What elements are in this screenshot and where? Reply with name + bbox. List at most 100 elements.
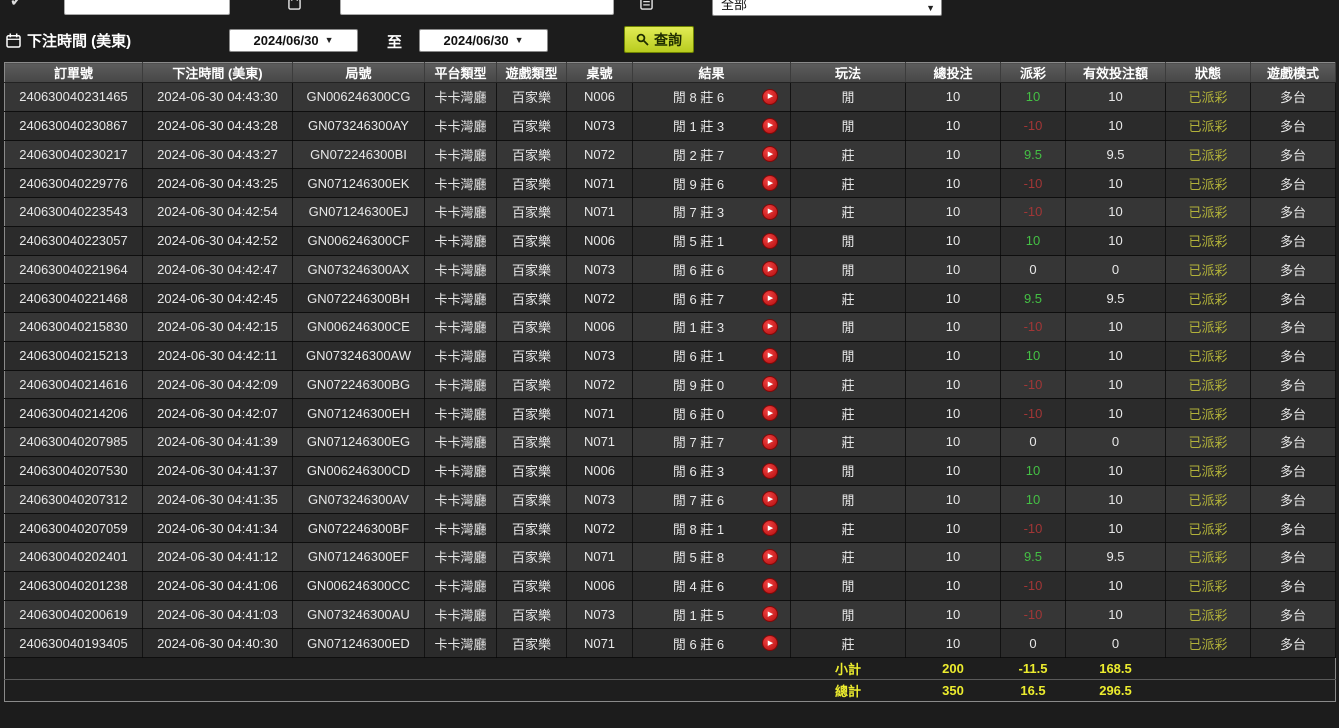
play-button[interactable]: ▶ (762, 233, 778, 249)
play-icon: ▶ (768, 438, 773, 445)
play-button[interactable]: ▶ (762, 175, 778, 191)
bet-time-cell: 2024-06-30 04:41:37 (143, 456, 293, 485)
bet-time-label: 下注時間 (美東) (6, 30, 131, 51)
play-button[interactable]: ▶ (762, 89, 778, 105)
payout-cell: -10 (1001, 313, 1066, 342)
play-button[interactable]: ▶ (762, 348, 778, 364)
filter-input-2[interactable] (340, 0, 614, 15)
bet-time-cell: 2024-06-30 04:43:27 (143, 140, 293, 169)
col-header-bet-time: 下注時間 (美東) (143, 63, 293, 83)
play-button[interactable]: ▶ (762, 405, 778, 421)
table-row: 240630040231465 2024-06-30 04:43:30 GN00… (5, 83, 1336, 112)
table-row: 240630040230217 2024-06-30 04:43:27 GN07… (5, 140, 1336, 169)
mode-cell: 多台 (1251, 111, 1336, 140)
table-row: 240630040202401 2024-06-30 04:41:12 GN07… (5, 543, 1336, 572)
filter-select-all[interactable]: 全部 ▼ (712, 0, 942, 16)
total-bet-cell: 10 (906, 370, 1001, 399)
order-id-cell: 240630040215830 (5, 313, 143, 342)
table-row: 240630040214206 2024-06-30 04:42:07 GN07… (5, 399, 1336, 428)
total-bet-cell: 10 (906, 226, 1001, 255)
result-text: 閒 8 莊 6 (635, 87, 762, 106)
play-type-cell: 莊 (791, 399, 906, 428)
table-row: 240630040221468 2024-06-30 04:42:45 GN07… (5, 284, 1336, 313)
table-no-cell: N073 (567, 341, 633, 370)
mode-cell: 多台 (1251, 514, 1336, 543)
date-from-select[interactable]: 2024/06/30 ▼ (229, 29, 358, 52)
round-id-cell: GN006246300CD (293, 456, 425, 485)
round-id-cell: GN006246300CC (293, 571, 425, 600)
platform-cell: 卡卡灣廳 (425, 169, 497, 198)
play-button[interactable]: ▶ (762, 520, 778, 536)
col-header-table-no: 桌號 (567, 63, 633, 83)
play-button[interactable]: ▶ (762, 146, 778, 162)
col-header-status: 狀態 (1166, 63, 1251, 83)
play-button[interactable]: ▶ (762, 290, 778, 306)
round-id-cell: GN006246300CE (293, 313, 425, 342)
game-type-cell: 百家樂 (497, 514, 567, 543)
valid-bet-cell: 0 (1066, 629, 1166, 658)
query-button[interactable]: 查詢 (624, 26, 694, 53)
total-bet-cell: 10 (906, 600, 1001, 629)
play-icon: ▶ (768, 553, 773, 560)
play-type-cell: 閒 (791, 571, 906, 600)
date-to-select[interactable]: 2024/06/30 ▼ (419, 29, 548, 52)
play-button[interactable]: ▶ (762, 491, 778, 507)
result-cell: 閒 8 莊 1 ▶ (633, 514, 791, 543)
result-cell: 閒 7 莊 6 ▶ (633, 485, 791, 514)
bet-time-cell: 2024-06-30 04:41:35 (143, 485, 293, 514)
play-button[interactable]: ▶ (762, 434, 778, 450)
play-icon: ▶ (768, 93, 773, 100)
mode-cell: 多台 (1251, 169, 1336, 198)
col-header-platform: 平台類型 (425, 63, 497, 83)
valid-bet-cell: 10 (1066, 600, 1166, 629)
result-cell: 閒 5 莊 1 ▶ (633, 226, 791, 255)
play-button[interactable]: ▶ (762, 261, 778, 277)
table-row: 240630040215830 2024-06-30 04:42:15 GN00… (5, 313, 1336, 342)
payout-cell: -10 (1001, 111, 1066, 140)
valid-bet-cell: 10 (1066, 456, 1166, 485)
table-row: 240630040207312 2024-06-30 04:41:35 GN07… (5, 485, 1336, 514)
valid-bet-cell: 10 (1066, 169, 1166, 198)
total-bet-cell: 10 (906, 169, 1001, 198)
chevron-down-icon: ▼ (515, 36, 524, 45)
table-row: 240630040201238 2024-06-30 04:41:06 GN00… (5, 571, 1336, 600)
play-button[interactable]: ▶ (762, 319, 778, 335)
table-no-cell: N006 (567, 83, 633, 112)
result-text: 閒 5 莊 8 (635, 547, 762, 566)
play-type-cell: 莊 (791, 140, 906, 169)
order-id-cell: 240630040229776 (5, 169, 143, 198)
to-label: 至 (387, 31, 402, 52)
play-type-cell: 閒 (791, 341, 906, 370)
platform-cell: 卡卡灣廳 (425, 140, 497, 169)
valid-bet-cell: 10 (1066, 111, 1166, 140)
payout-cell: 0 (1001, 428, 1066, 457)
platform-cell: 卡卡灣廳 (425, 428, 497, 457)
filter-input-1[interactable] (64, 0, 230, 15)
play-type-cell: 閒 (791, 456, 906, 485)
result-text: 閒 6 莊 1 (635, 346, 762, 365)
play-type-cell: 莊 (791, 370, 906, 399)
valid-bet-cell: 9.5 (1066, 284, 1166, 313)
result-text: 閒 1 莊 3 (635, 116, 762, 135)
status-cell: 已派彩 (1166, 83, 1251, 112)
order-id-cell: 240630040215213 (5, 341, 143, 370)
mode-cell: 多台 (1251, 198, 1336, 227)
total-bet-cell: 10 (906, 83, 1001, 112)
play-button[interactable]: ▶ (762, 549, 778, 565)
play-button[interactable]: ▶ (762, 204, 778, 220)
table-no-cell: N071 (567, 169, 633, 198)
play-button[interactable]: ▶ (762, 635, 778, 651)
play-button[interactable]: ▶ (762, 463, 778, 479)
play-type-cell: 莊 (791, 284, 906, 313)
play-button[interactable]: ▶ (762, 376, 778, 392)
order-id-cell: 240630040230867 (5, 111, 143, 140)
play-button[interactable]: ▶ (762, 578, 778, 594)
order-id-cell: 240630040207059 (5, 514, 143, 543)
valid-bet-cell: 10 (1066, 514, 1166, 543)
play-button[interactable]: ▶ (762, 118, 778, 134)
table-row: 240630040229776 2024-06-30 04:43:25 GN07… (5, 169, 1336, 198)
play-button[interactable]: ▶ (762, 606, 778, 622)
play-icon: ▶ (768, 180, 773, 187)
result-cell: 閒 9 莊 0 ▶ (633, 370, 791, 399)
play-icon: ▶ (768, 381, 773, 388)
